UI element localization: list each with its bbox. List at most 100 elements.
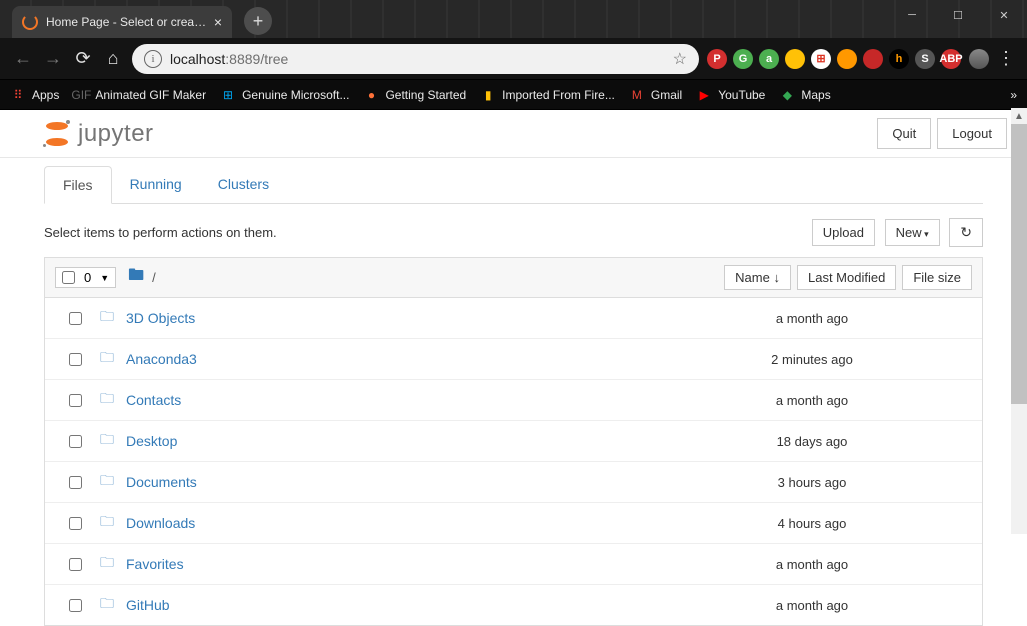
bookmark-icon: ▶ <box>696 87 712 103</box>
tab-title: Home Page - Select or create a n <box>46 15 208 29</box>
bookmark-label: Animated GIF Maker <box>95 88 206 102</box>
folder-icon: 🗀 <box>100 306 118 330</box>
back-button[interactable]: ← <box>12 48 34 70</box>
extension-icon[interactable]: G <box>733 49 753 69</box>
item-modified: 18 days ago <box>722 434 902 449</box>
chevron-down-icon[interactable]: ▼ <box>100 273 109 283</box>
scrollbar[interactable]: ▲ <box>1011 108 1027 534</box>
row-checkbox[interactable] <box>69 599 82 612</box>
bookmark-item[interactable]: ▮Imported From Fire... <box>480 87 615 103</box>
extension-icon[interactable]: S <box>915 49 935 69</box>
tab-files[interactable]: Files <box>44 166 112 204</box>
folder-root-icon[interactable]: 🖿 <box>128 264 144 291</box>
quit-button[interactable]: Quit <box>877 118 931 149</box>
item-name[interactable]: GitHub <box>126 597 722 613</box>
item-name[interactable]: Desktop <box>126 433 722 449</box>
bookmark-icon: ⊞ <box>220 87 236 103</box>
browser-tab[interactable]: Home Page - Select or create a n × <box>12 6 232 38</box>
scroll-up-icon[interactable]: ▲ <box>1011 108 1027 124</box>
item-name[interactable]: Anaconda3 <box>126 351 722 367</box>
extension-icon[interactable]: a <box>759 49 779 69</box>
bookmark-item[interactable]: GIFAnimated GIF Maker <box>73 87 206 103</box>
row-checkbox[interactable] <box>69 312 82 325</box>
bookmark-item[interactable]: M Gmail <box>629 87 682 103</box>
item-name[interactable]: 3D Objects <box>126 310 722 326</box>
row-checkbox[interactable] <box>69 394 82 407</box>
tab-bar: ─ ☐ ✕ Home Page - Select or create a n ×… <box>0 0 1027 38</box>
maximize-button[interactable]: ☐ <box>935 0 981 30</box>
extension-icon[interactable]: ABP <box>941 49 961 69</box>
extension-icon[interactable] <box>785 49 805 69</box>
extension-icon[interactable] <box>837 49 857 69</box>
minimize-button[interactable]: ─ <box>889 0 935 30</box>
sort-modified-button[interactable]: Last Modified <box>797 265 896 290</box>
item-name[interactable]: Documents <box>126 474 722 490</box>
bookmark-icon: M <box>629 87 645 103</box>
bookmark-label: Genuine Microsoft... <box>242 88 349 102</box>
jupyter-toolbar: Select items to perform actions on them.… <box>44 204 983 257</box>
scrollbar-thumb[interactable] <box>1011 124 1027 404</box>
row-checkbox[interactable] <box>69 476 82 489</box>
close-tab-icon[interactable]: × <box>214 14 222 30</box>
file-row: 🗀 Contacts a month ago <box>45 380 982 421</box>
bookmarks-overflow-icon[interactable]: » <box>1010 88 1017 102</box>
browser-menu-icon[interactable]: ⋮ <box>997 48 1015 69</box>
sort-arrow-icon: ↓ <box>773 270 780 285</box>
file-row: 🗀 3D Objects a month ago <box>45 298 982 339</box>
url-input[interactable]: i localhost:8889/tree ☆ <box>132 44 699 74</box>
new-tab-button[interactable]: + <box>244 7 272 35</box>
refresh-button[interactable]: ↻ <box>949 218 983 247</box>
bookmark-item[interactable]: ◆Maps <box>779 87 830 103</box>
row-checkbox[interactable] <box>69 435 82 448</box>
row-checkbox[interactable] <box>69 517 82 530</box>
upload-button[interactable]: Upload <box>812 219 875 246</box>
bookmark-item[interactable]: ⊞ Genuine Microsoft... <box>220 87 349 103</box>
new-dropdown[interactable]: New <box>885 219 940 246</box>
bookmark-item[interactable]: ●Getting Started <box>363 87 466 103</box>
tab-clusters[interactable]: Clusters <box>200 166 287 203</box>
item-modified: a month ago <box>722 557 902 572</box>
file-row: 🗀 Favorites a month ago <box>45 544 982 585</box>
folder-icon: 🗀 <box>100 552 118 576</box>
jupyter-logo-icon <box>44 121 70 147</box>
select-all-checkbox[interactable] <box>62 271 75 284</box>
item-name[interactable]: Contacts <box>126 392 722 408</box>
bookmark-label: Imported From Fire... <box>502 88 615 102</box>
bookmark-label: Gmail <box>651 88 682 102</box>
item-name[interactable]: Favorites <box>126 556 722 572</box>
close-window-button[interactable]: ✕ <box>981 0 1027 30</box>
bookmark-item[interactable]: ▶YouTube <box>696 87 765 103</box>
folder-icon: 🗀 <box>100 593 118 617</box>
select-all-dropdown[interactable]: 0 ▼ <box>55 267 116 288</box>
jupyter-logo[interactable]: jupyter <box>44 120 154 148</box>
file-list-header: 0 ▼ 🖿 / Name ↓ Last Modified File size <box>45 258 982 298</box>
site-info-icon[interactable]: i <box>144 50 162 68</box>
forward-button[interactable]: → <box>42 48 64 70</box>
jupyter-header: jupyter Quit Logout <box>0 110 1027 158</box>
reload-button[interactable]: ⟳ <box>72 48 94 70</box>
bookmark-label: Getting Started <box>385 88 466 102</box>
item-name[interactable]: Downloads <box>126 515 722 531</box>
home-button[interactable]: ⌂ <box>102 48 124 70</box>
row-checkbox[interactable] <box>69 353 82 366</box>
extension-icon[interactable] <box>863 49 883 69</box>
profile-avatar[interactable] <box>969 49 989 69</box>
folder-icon: 🗀 <box>100 470 118 494</box>
sort-name-button[interactable]: Name ↓ <box>724 265 791 290</box>
logout-button[interactable]: Logout <box>937 118 1007 149</box>
url-text: localhost:8889/tree <box>170 51 673 67</box>
extension-icon[interactable]: P <box>707 49 727 69</box>
bookmark-icon: ◆ <box>779 87 795 103</box>
bookmark-item[interactable]: ⠿Apps <box>10 87 59 103</box>
bookmark-icon: ⠿ <box>10 87 26 103</box>
toolbar-hint: Select items to perform actions on them. <box>44 225 812 240</box>
row-checkbox[interactable] <box>69 558 82 571</box>
file-row: 🗀 Anaconda3 2 minutes ago <box>45 339 982 380</box>
tab-running[interactable]: Running <box>112 166 200 203</box>
jupyter-tabs: FilesRunningClusters <box>44 166 983 204</box>
extension-icon[interactable]: ⊞ <box>811 49 831 69</box>
sort-size-button[interactable]: File size <box>902 265 972 290</box>
bookmark-star-icon[interactable]: ☆ <box>673 49 687 69</box>
file-row: 🗀 Downloads 4 hours ago <box>45 503 982 544</box>
extension-icon[interactable]: h <box>889 49 909 69</box>
